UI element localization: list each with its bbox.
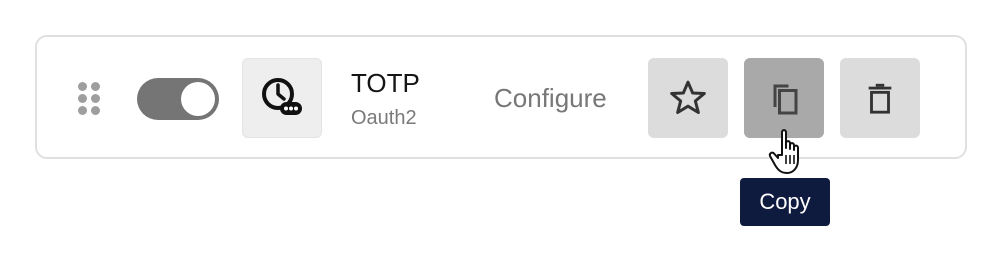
delete-button[interactable]	[840, 58, 920, 138]
stage: TOTP Oauth2 Configure Copy	[0, 0, 1004, 262]
item-title: TOTP	[351, 68, 420, 98]
drag-dot	[91, 82, 100, 91]
drag-dot	[78, 82, 87, 91]
copy-button[interactable]	[744, 58, 824, 138]
drag-handle-icon[interactable]	[78, 82, 102, 116]
item-subtitle: Oauth2	[351, 107, 417, 129]
drag-dot	[78, 106, 87, 115]
app-icon-tile	[242, 58, 322, 138]
drag-dot	[91, 106, 100, 115]
tooltip-text: Copy	[759, 189, 811, 214]
favorite-button[interactable]	[648, 58, 728, 138]
enable-toggle[interactable]	[137, 78, 219, 120]
trash-icon	[868, 83, 892, 114]
clock-otp-icon	[262, 78, 302, 115]
toggle-knob	[181, 82, 215, 116]
drag-dot	[78, 94, 87, 103]
copy-tooltip: Copy	[740, 178, 830, 226]
configure-link[interactable]: Configure	[494, 82, 607, 114]
star-icon	[670, 80, 706, 115]
copy-icon	[773, 84, 798, 115]
drag-dot	[91, 94, 100, 103]
hand-pointer-icon	[768, 129, 799, 174]
